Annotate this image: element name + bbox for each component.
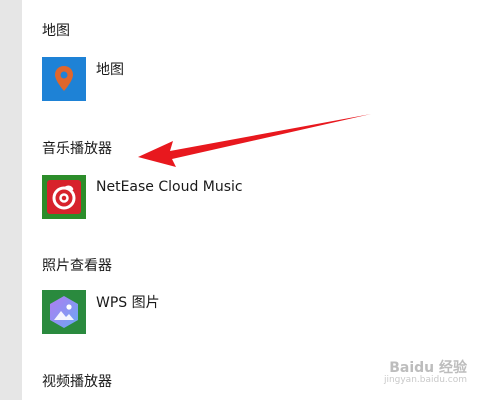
watermark-brand: Baidu 经验	[389, 360, 467, 376]
annotation-arrow-icon	[138, 114, 371, 167]
watermark-url: jingyan.baidu.com	[383, 375, 467, 385]
watermark: Baidu 经验 jingyan.baidu.com	[383, 360, 467, 386]
default-apps-page: 地图 地图 音乐播放器 NetEase Cloud Music 照片查看器 WP…	[0, 0, 479, 400]
